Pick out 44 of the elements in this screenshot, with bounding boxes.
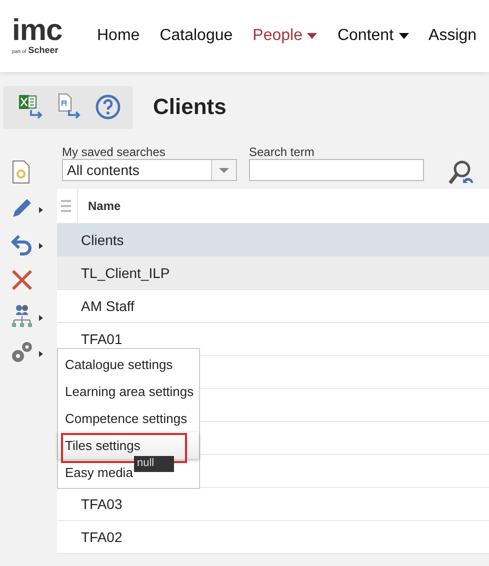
table-cell-text: TFA02 [80, 529, 122, 545]
saved-search-dropdown[interactable]: All contents [62, 159, 237, 181]
menu-item[interactable]: Competence settings [58, 405, 188, 432]
undo-icon[interactable] [10, 232, 34, 256]
nav-link[interactable]: People [252, 27, 318, 45]
tooltip: null [134, 456, 174, 472]
submenu-arrow-icon[interactable] [39, 243, 43, 249]
menu-item[interactable]: Learning area settings [58, 378, 194, 405]
table-row[interactable]: TFA02 [57, 521, 489, 554]
nav-link[interactable]: Assign [428, 27, 477, 45]
table-cell-text: Clients [80, 232, 124, 248]
table-row[interactable]: AM Staff [57, 290, 489, 323]
page-title: Clients [153, 94, 226, 120]
text-export-icon[interactable] [57, 93, 83, 121]
caret-icon [219, 168, 229, 172]
field-label: My saved searches [62, 145, 166, 159]
gears-icon[interactable] [10, 340, 34, 364]
caret-icon [398, 33, 409, 39]
table-row[interactable]: Clients [57, 224, 489, 257]
help-icon[interactable] [95, 94, 121, 120]
table-cell-text: AM Staff [80, 298, 134, 314]
search-field[interactable] [249, 159, 424, 181]
document-icon[interactable] [10, 160, 32, 184]
nav-link[interactable]: Home [97, 27, 140, 45]
caret-icon [307, 33, 318, 39]
logo-brand-text: Scheer [28, 44, 58, 54]
table-row[interactable]: TL_Client_ILP [57, 257, 489, 290]
submenu-arrow-icon[interactable] [39, 351, 43, 357]
field-label: Search term [249, 145, 316, 159]
delete-icon[interactable] [10, 268, 34, 292]
menu-item[interactable]: Easy media [58, 459, 133, 486]
search-reset-icon[interactable] [448, 159, 476, 187]
org-chart-icon[interactable] [10, 304, 34, 328]
nav-link[interactable]: Catalogue [160, 27, 233, 45]
spreadsheet-export-icon[interactable] [19, 93, 45, 121]
submenu-arrow-icon[interactable] [39, 207, 43, 213]
pencil-icon[interactable] [10, 196, 34, 220]
submenu-arrow-icon[interactable] [39, 315, 43, 321]
table-cell-text: TL_Client_ILP [80, 265, 170, 281]
logo-text: imc [12, 18, 64, 44]
column-header[interactable]: Name [77, 189, 121, 223]
table-cell-text: TFA03 [80, 496, 122, 512]
nav-link[interactable]: Content [337, 27, 409, 45]
table-cell-text: TFA01 [80, 331, 122, 347]
